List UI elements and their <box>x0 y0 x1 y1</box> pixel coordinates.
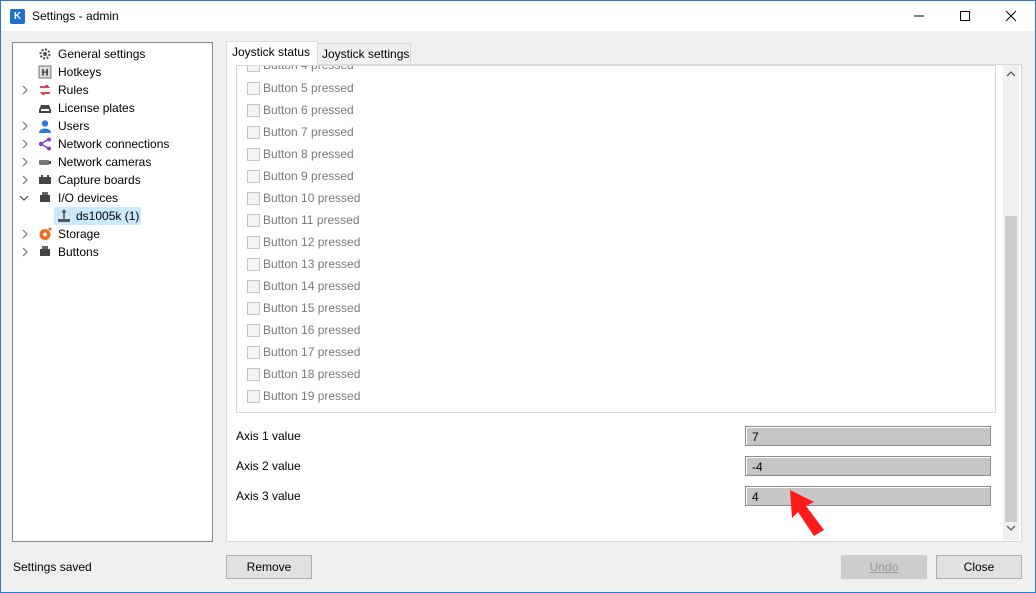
joystick-icon <box>58 209 70 222</box>
chevron-right-icon[interactable] <box>20 81 30 99</box>
remove-button[interactable]: Remove <box>226 555 312 579</box>
minimize-icon <box>914 15 924 17</box>
user-icon <box>39 120 51 133</box>
close-icon <box>1005 10 1017 22</box>
tab-joystick-status[interactable]: Joystick status <box>226 41 318 65</box>
scrollbar-thumb[interactable] <box>1005 216 1017 522</box>
red-arrow-icon <box>790 490 824 536</box>
axis-3-label: Axis 3 value <box>236 489 301 503</box>
axis-2-value: -4 <box>745 456 991 476</box>
scroll-down-icon[interactable] <box>1006 524 1016 532</box>
undo-button[interactable]: Undo <box>841 555 927 579</box>
title-bar: K Settings - admin <box>1 1 1035 31</box>
maximize-icon <box>960 11 970 21</box>
tab-joystick-settings[interactable]: Joystick settings <box>316 43 411 65</box>
storage-icon <box>39 227 52 240</box>
svg-text:H: H <box>41 69 49 79</box>
camera-icon <box>39 160 51 165</box>
window-title: Settings - admin <box>32 9 119 23</box>
tree-item-users[interactable]: Users <box>13 117 210 135</box>
io-device-icon <box>40 192 50 202</box>
minimize-button[interactable] <box>896 1 942 31</box>
axis-3-value: 4 <box>745 486 991 506</box>
tree-item-network-cameras[interactable]: Network cameras <box>13 153 210 171</box>
buttons-icon <box>40 246 50 256</box>
chevron-right-icon[interactable] <box>20 225 30 243</box>
tree-item-general-settings[interactable]: General settings <box>13 45 210 63</box>
tree-item-io-devices[interactable]: I/O devices <box>13 189 210 207</box>
car-icon <box>39 105 51 113</box>
tree-item-rules[interactable]: Rules <box>13 81 210 99</box>
chevron-down-icon[interactable] <box>19 189 29 207</box>
tree-item-storage[interactable]: Storage <box>13 225 210 243</box>
close-button[interactable]: Close <box>936 555 1022 579</box>
chevron-right-icon[interactable] <box>20 135 30 153</box>
tree-item-buttons[interactable]: Buttons <box>13 243 210 261</box>
network-icon <box>38 137 51 151</box>
settings-tree[interactable]: General settings H Hotkeys Rules License… <box>12 42 213 542</box>
scroll-up-icon[interactable] <box>1006 70 1016 78</box>
tree-item-license-plates[interactable]: License plates <box>13 99 210 117</box>
button-state-list: Button 4 pressed Button 5 pressed Button… <box>236 65 996 413</box>
tree-item-hotkeys[interactable]: H Hotkeys <box>13 63 210 81</box>
gear-icon <box>39 48 51 60</box>
hotkey-icon: H <box>38 65 52 79</box>
chevron-right-icon[interactable] <box>20 117 30 135</box>
tree-item-ds1005k[interactable]: ds1005k (1) <box>54 207 141 225</box>
status-text: Settings saved <box>13 560 92 574</box>
board-icon <box>39 175 51 184</box>
chevron-right-icon[interactable] <box>20 243 30 261</box>
app-icon: K <box>10 9 25 24</box>
rules-icon <box>39 84 51 96</box>
chevron-right-icon[interactable] <box>20 171 30 189</box>
tree-item-network-connections[interactable]: Network connections <box>13 135 210 153</box>
tree-item-capture-boards[interactable]: Capture boards <box>13 171 210 189</box>
maximize-button[interactable] <box>942 1 988 31</box>
axis-2-label: Axis 2 value <box>236 459 301 473</box>
axis-1-value: 7 <box>745 426 991 446</box>
axis-1-label: Axis 1 value <box>236 429 301 443</box>
close-window-button[interactable] <box>988 1 1034 31</box>
chevron-right-icon[interactable] <box>20 153 30 171</box>
